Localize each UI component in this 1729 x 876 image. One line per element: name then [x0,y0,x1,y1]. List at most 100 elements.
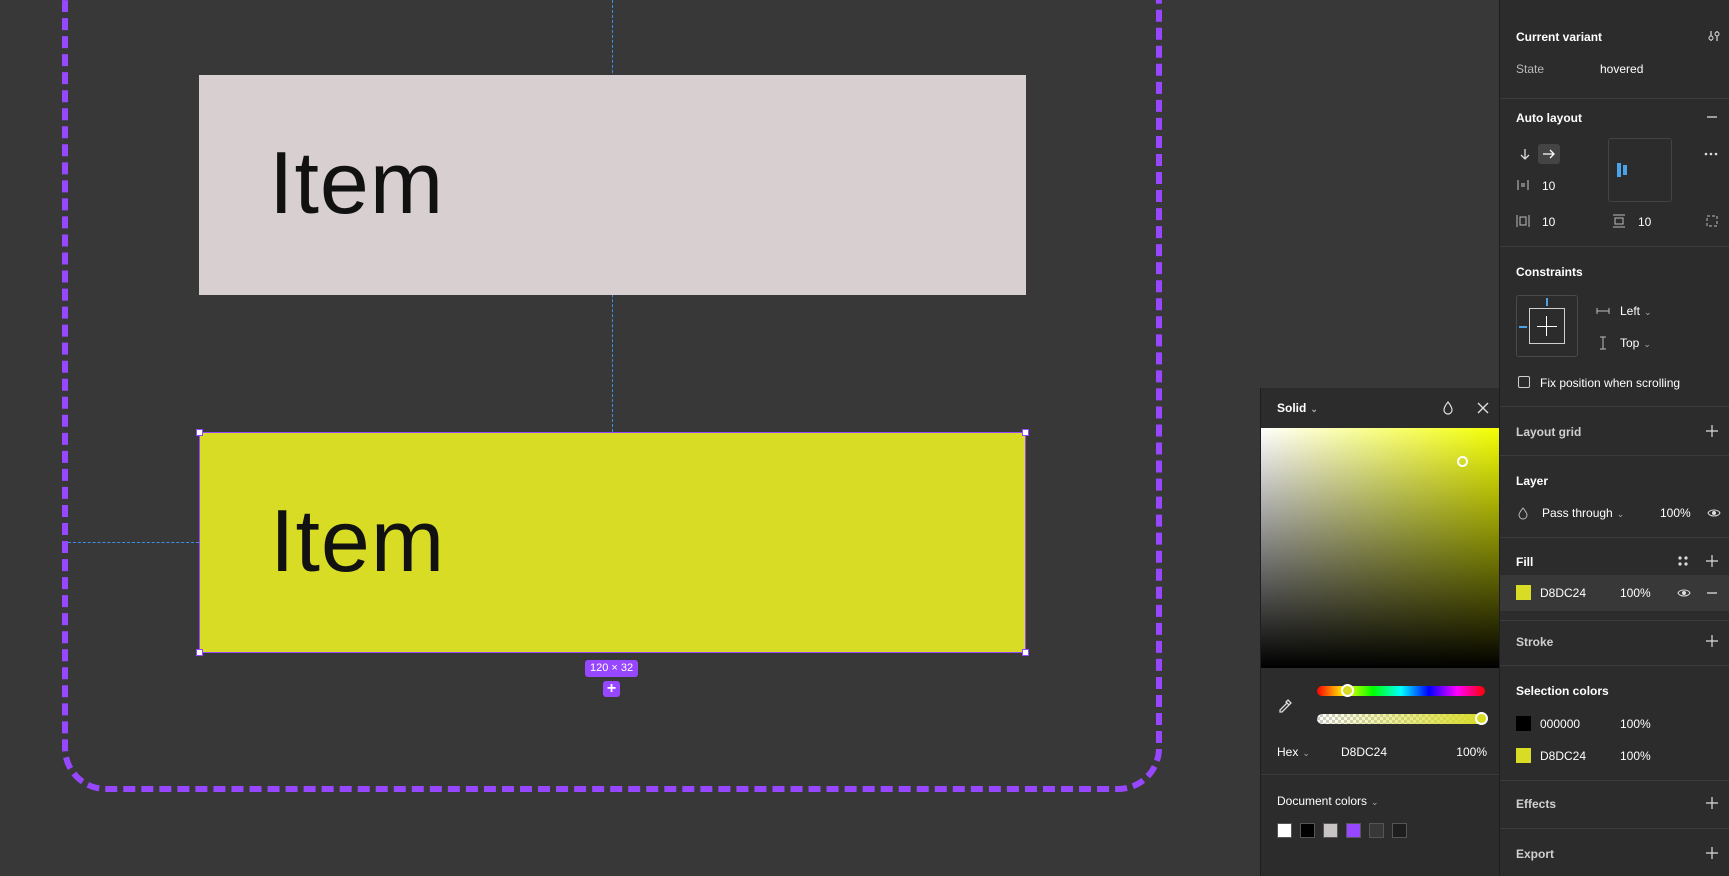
layout-grid-title: Layout grid [1516,425,1582,439]
constraint-top-indicator[interactable] [1546,298,1548,306]
selection-color-opacity[interactable]: 100% [1620,749,1651,763]
blend-drop-icon[interactable] [1442,401,1454,415]
fill-row[interactable]: D8DC24 100% [1500,575,1729,611]
effects-title: Effects [1516,797,1557,811]
item-spacing-icon [1517,180,1529,190]
blend-mode-dropdown[interactable]: Pass through ⌄ [1542,506,1624,520]
divider [1500,780,1729,781]
spacing-guide-horizontal [68,542,199,543]
fill-opacity-input[interactable]: 100% [1620,586,1651,600]
color-selector-knob[interactable] [1457,456,1468,467]
divider [1500,246,1729,247]
eye-icon[interactable] [1677,586,1691,600]
hue-slider[interactable] [1317,684,1485,697]
variant-settings-icon[interactable] [1707,29,1721,43]
arrow-down-icon [1520,149,1530,160]
alpha-slider[interactable] [1317,712,1488,725]
remove-auto-layout-icon[interactable] [1706,111,1718,123]
horizontal-constraint-value: Left [1620,304,1641,318]
independent-padding-icon[interactable] [1705,214,1719,228]
state-property-value[interactable]: hovered [1600,62,1643,76]
resize-handle-bottom-left[interactable] [196,649,203,656]
size-badge: 120 × 32 [585,660,639,677]
selection-color-swatch[interactable] [1516,716,1531,731]
auto-layout-title: Auto layout [1516,111,1582,125]
alignment-indicator [1617,163,1621,177]
color-picker-header: Solid ⌄ [1261,388,1501,428]
vertical-constraint-icon [1600,336,1606,350]
vertical-padding-icon [1613,214,1625,228]
chevron-down-icon: ⌄ [1371,797,1379,807]
fill-color-swatch[interactable] [1516,585,1531,600]
document-color-swatch[interactable] [1392,823,1407,838]
chevron-down-icon: ⌄ [1310,404,1318,414]
alpha-slider-knob[interactable] [1475,712,1488,725]
current-variant-title: Current variant [1516,30,1603,44]
styles-grid-icon[interactable] [1676,554,1690,568]
document-color-swatch[interactable] [1300,823,1315,838]
properties-panel: Current variant State hovered Auto layou… [1499,0,1729,876]
plus-icon [1537,326,1557,327]
document-color-swatch[interactable] [1369,823,1384,838]
vertical-constraint-dropdown[interactable]: Top ⌄ [1620,336,1651,350]
chevron-down-icon: ⌄ [1644,307,1652,317]
direction-vertical-button[interactable] [1514,144,1536,164]
document-color-swatch[interactable] [1323,823,1338,838]
alpha-input[interactable]: 100% [1456,745,1487,759]
layer-opacity-input[interactable]: 100% [1660,506,1691,520]
item-label: Item [269,132,445,232]
blend-mode-value: Pass through [1542,506,1613,520]
hue-slider-knob[interactable] [1341,684,1354,697]
item-variant-default[interactable]: Item [199,75,1026,295]
resize-handle-top-right[interactable] [1022,429,1029,436]
constraint-left-indicator[interactable] [1519,326,1527,328]
horizontal-constraint-dropdown[interactable]: Left ⌄ [1620,304,1652,318]
item-variant-hovered[interactable]: Item [199,432,1026,653]
horizontal-constraint-icon [1596,308,1610,314]
add-stroke-icon[interactable] [1706,635,1718,647]
selection-color-hex[interactable]: D8DC24 [1540,749,1586,763]
chevron-down-icon: ⌄ [1616,509,1625,519]
document-color-swatch[interactable] [1346,823,1361,838]
more-options-icon[interactable] [1704,147,1718,161]
selection-color-opacity[interactable]: 100% [1620,717,1651,731]
stroke-title: Stroke [1516,635,1554,649]
divider [1500,828,1729,829]
fill-type-label: Solid [1277,401,1307,415]
add-effect-icon[interactable] [1706,797,1718,809]
fix-position-checkbox[interactable] [1518,376,1530,388]
divider [1261,774,1501,775]
add-variant-button[interactable]: + [603,681,620,697]
eye-icon[interactable] [1707,506,1721,520]
item-spacing-input[interactable]: 10 [1542,179,1555,193]
divider [1500,537,1729,538]
add-export-icon[interactable] [1706,847,1718,859]
remove-fill-icon[interactable] [1706,587,1718,599]
document-colors-label: Document colors [1277,794,1368,808]
layer-title: Layer [1516,474,1549,488]
selection-color-hex[interactable]: 000000 [1540,717,1580,731]
color-mode-dropdown[interactable]: Hex ⌄ [1277,745,1310,759]
vertical-padding-input[interactable]: 10 [1638,215,1651,229]
fix-position-label: Fix position when scrolling [1540,376,1681,390]
saturation-brightness-field[interactable] [1261,428,1501,668]
eyedropper-icon[interactable] [1277,698,1293,714]
horizontal-padding-input[interactable]: 10 [1542,215,1555,229]
selection-color-swatch[interactable] [1516,748,1531,763]
hex-value-input[interactable]: D8DC24 [1341,745,1387,759]
add-fill-icon[interactable] [1706,555,1718,567]
resize-handle-top-left[interactable] [196,429,203,436]
color-picker-popover: Solid ⌄ Hex ⌄ D8DC24 100% Document colors ⌄ [1260,388,1501,876]
direction-horizontal-button[interactable] [1538,144,1560,164]
document-color-swatch[interactable] [1277,823,1292,838]
alignment-grid[interactable] [1608,138,1672,202]
constraints-widget[interactable] [1516,295,1578,357]
fill-hex-input[interactable]: D8DC24 [1540,586,1586,600]
constraints-title: Constraints [1516,265,1583,279]
document-colors-dropdown[interactable]: Document colors ⌄ [1277,794,1379,808]
chevron-down-icon: ⌄ [1302,748,1310,758]
fill-type-dropdown[interactable]: Solid ⌄ [1277,401,1318,415]
add-layout-grid-icon[interactable] [1706,425,1718,437]
close-icon[interactable] [1475,400,1491,416]
resize-handle-bottom-right[interactable] [1022,649,1029,656]
